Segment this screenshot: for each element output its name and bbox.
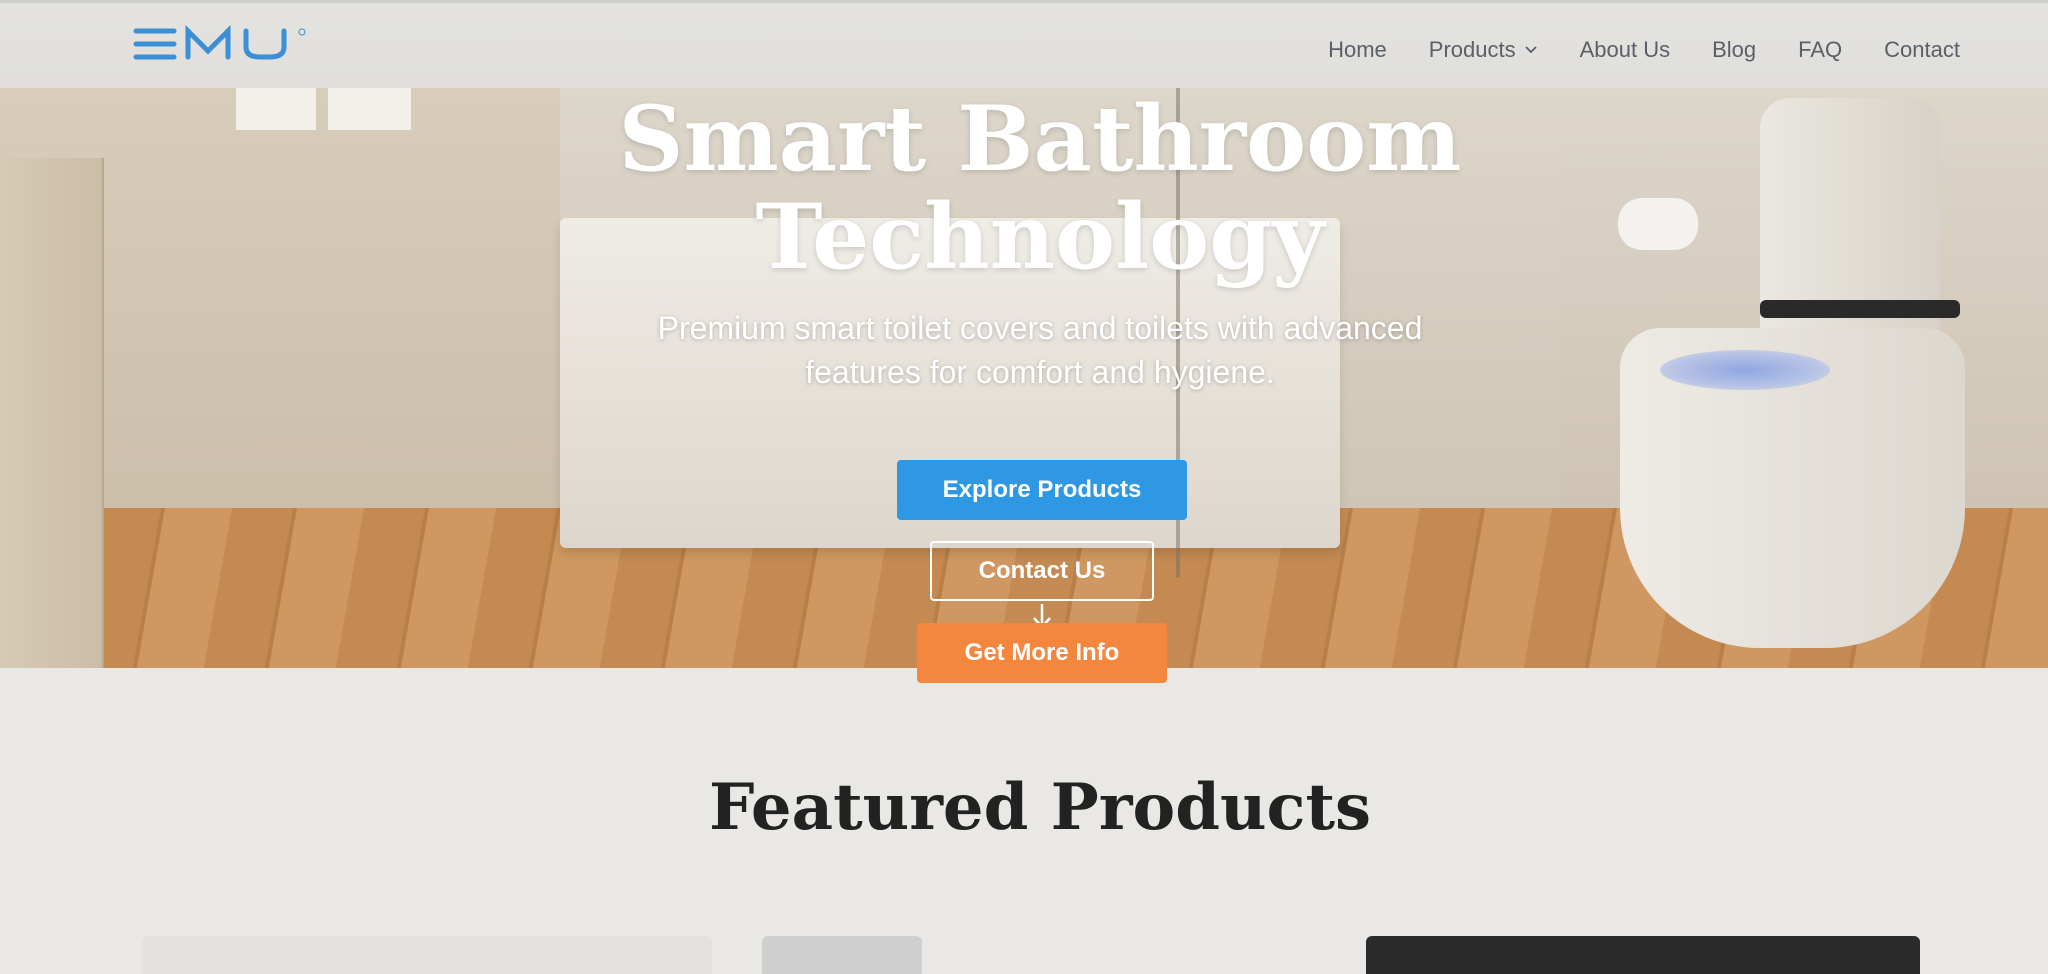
- product-card[interactable]: [142, 936, 712, 974]
- hero-subtitle: Premium smart toilet covers and toilets …: [657, 310, 1423, 390]
- top-navigation-bar: Home Products About Us Blog FAQ Contact: [0, 0, 2048, 95]
- nav-links: Home Products About Us Blog FAQ Contact: [1286, 37, 1960, 63]
- nav-home[interactable]: Home: [1328, 37, 1387, 63]
- hero-background-toilet-hinge: [1760, 300, 1960, 318]
- explore-products-button[interactable]: Explore Products: [897, 460, 1187, 520]
- hero-background-toilet-bowl: [1660, 350, 1830, 390]
- hero-title: Smart Bathroom Technology: [618, 88, 1462, 290]
- product-card[interactable]: [762, 936, 922, 974]
- contact-us-button[interactable]: Contact Us: [930, 541, 1154, 601]
- emu-logo[interactable]: [132, 25, 312, 63]
- featured-products-heading: Featured Products: [708, 770, 1372, 845]
- product-card[interactable]: [1366, 936, 1920, 974]
- get-more-info-button[interactable]: Get More Info: [917, 623, 1167, 683]
- nav-contact[interactable]: Contact: [1884, 37, 1960, 63]
- nav-blog[interactable]: Blog: [1712, 37, 1756, 63]
- nav-about-us[interactable]: About Us: [1580, 37, 1671, 63]
- nav-faq[interactable]: FAQ: [1798, 37, 1842, 63]
- chevron-down-icon: [1524, 46, 1537, 54]
- nav-products[interactable]: Products: [1429, 37, 1538, 63]
